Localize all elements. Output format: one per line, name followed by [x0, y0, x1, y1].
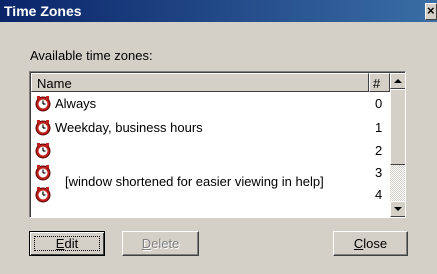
- column-header-name[interactable]: Name: [31, 73, 369, 92]
- time-zone-number: 2: [375, 143, 383, 158]
- scroll-up-button[interactable]: [390, 73, 405, 89]
- arrow-down-icon: [394, 207, 402, 211]
- column-header-number[interactable]: #: [369, 73, 390, 92]
- vertical-scrollbar[interactable]: [390, 73, 405, 217]
- list-item[interactable]: 2: [31, 140, 389, 162]
- time-zone-number: 1: [375, 120, 383, 135]
- available-time-zones-label: Available time zones:: [30, 48, 153, 63]
- clock-icon: [35, 96, 51, 112]
- close-window-icon[interactable]: ×: [425, 3, 437, 20]
- scrollbar-track[interactable]: [390, 165, 405, 201]
- arrow-up-icon: [394, 79, 402, 83]
- time-zone-number: 4: [375, 187, 383, 202]
- time-zones-list[interactable]: Name # Always 0 Weekday, business hours 1 2 3…: [29, 71, 406, 218]
- scroll-down-button[interactable]: [390, 201, 405, 217]
- time-zone-number: 0: [375, 96, 383, 111]
- clock-icon: [35, 165, 51, 181]
- time-zones-dialog: Time Zones × Available time zones: Name …: [0, 0, 437, 274]
- time-zone-number: 3: [375, 165, 383, 180]
- help-note: [window shortened for easier viewing in …: [65, 174, 324, 189]
- window-title: Time Zones: [4, 3, 82, 19]
- time-zone-name: Always: [55, 96, 97, 111]
- title-bar[interactable]: Time Zones: [0, 0, 437, 22]
- list-item[interactable]: Always 0: [31, 93, 389, 115]
- clock-icon: [35, 187, 51, 203]
- list-item[interactable]: Weekday, business hours 1: [31, 117, 389, 139]
- scrollbar-thumb[interactable]: [390, 89, 405, 165]
- clock-icon: [35, 120, 51, 136]
- delete-button[interactable]: Delete: [122, 231, 199, 256]
- clock-icon: [35, 143, 51, 159]
- edit-button[interactable]: Edit: [29, 231, 105, 256]
- close-button[interactable]: Close: [333, 231, 408, 256]
- time-zone-name: Weekday, business hours: [55, 120, 203, 135]
